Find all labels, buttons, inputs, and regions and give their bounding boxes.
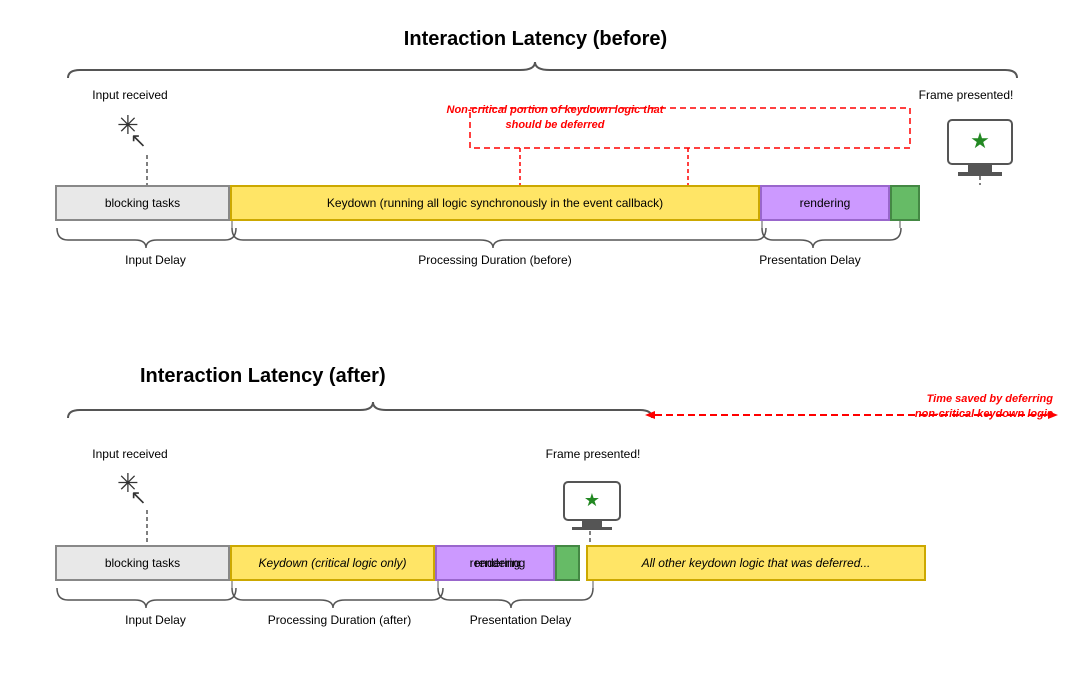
bar-deferred: All other keydown logic that was deferre… (586, 545, 926, 581)
diagram-container: ★ ★ Interaction Latency (before) Input r… (0, 0, 1071, 690)
cursor-top-icon: ↖ (130, 128, 147, 153)
label-presentation-bot: Presentation Delay (443, 613, 598, 627)
bar-blocking-top: blocking tasks (55, 185, 230, 221)
input-received-bot-label: Input received (90, 447, 170, 461)
bar-keydown-bot: Keydown (critical logic only) (230, 545, 435, 581)
bar-blocking-bot: blocking tasks (55, 545, 230, 581)
svg-text:★: ★ (970, 128, 990, 153)
label-processing-top: Processing Duration (before) (260, 253, 730, 267)
red-annotation-top: Non-critical portion of keydown logic th… (440, 103, 670, 133)
frame-presented-top-label: Frame presented! (916, 88, 1016, 102)
bar-rendering-top: rendering (760, 185, 890, 221)
svg-text:★: ★ (584, 490, 600, 510)
timeline-bot: blocking tasks Keydown (critical logic o… (55, 545, 926, 581)
cursor-bot-icon: ↖ (130, 485, 147, 510)
label-presentation-top: Presentation Delay (730, 253, 890, 267)
bottom-title: Interaction Latency (after) (140, 365, 386, 388)
label-processing-bot: Processing Duration (after) (242, 613, 437, 627)
bar-keydown-top: Keydown (running all logic synchronously… (230, 185, 760, 221)
top-title: Interaction Latency (before) (0, 28, 1071, 51)
red-arrow-label: Time saved by deferringnon-critical keyd… (858, 392, 1053, 423)
bar-green-bot (555, 545, 580, 581)
label-input-delay-bot: Input Delay (68, 613, 243, 627)
bar-rendering-bot: rendering (435, 545, 555, 581)
timeline-top: blocking tasks Keydown (running all logi… (55, 185, 920, 221)
label-input-delay-top: Input Delay (68, 253, 243, 267)
frame-presented-bot-label: Frame presented! (543, 447, 643, 461)
bar-green-top (890, 185, 920, 221)
input-received-top-label: Input received (90, 88, 170, 102)
